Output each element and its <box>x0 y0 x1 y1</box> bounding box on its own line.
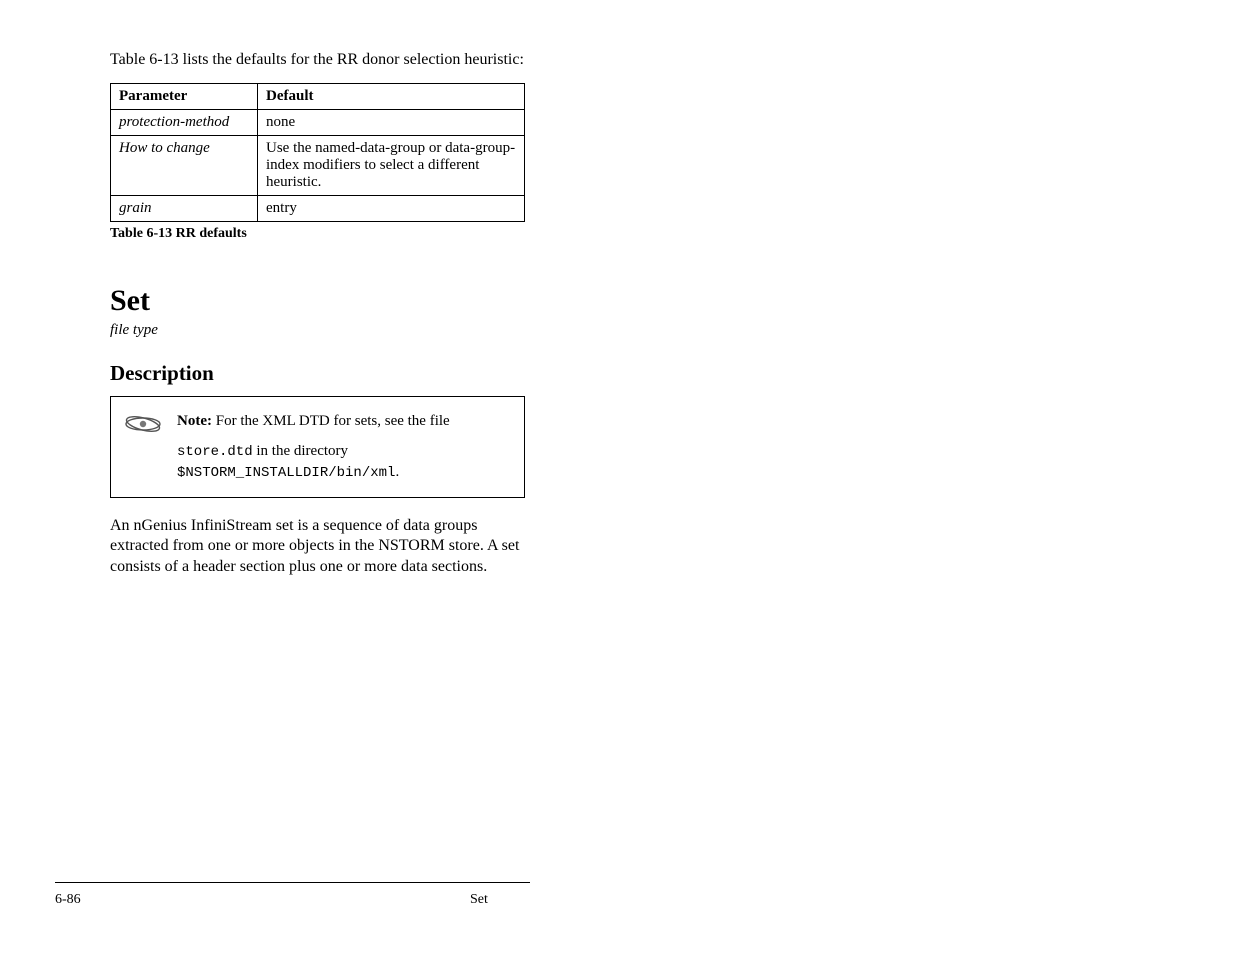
param-name: protection-method <box>111 109 258 135</box>
note-head-text: For the XML DTD for sets, see the file <box>216 413 450 429</box>
note-body: store.dtd in the directory $NSTORM_INSTA… <box>123 441 512 483</box>
footer-rule <box>55 882 530 883</box>
footer-section: Set <box>470 892 488 908</box>
param-value: none <box>258 109 525 135</box>
lead-paragraph: Table 6-13 lists the defaults for the RR… <box>110 50 530 71</box>
note-heading: Note: For the XML DTD for sets, see the … <box>177 411 512 431</box>
file-type-tag: file type <box>110 322 530 339</box>
table-caption: Table 6-13 RR defaults <box>110 226 530 242</box>
section-heading: Description <box>110 361 530 386</box>
file-type-title: Set <box>110 284 530 318</box>
table-header-parameter: Parameter <box>111 83 258 109</box>
note-filename: store.dtd <box>177 444 253 460</box>
table-header-default: Default <box>258 83 525 109</box>
defaults-table: Parameter Default protection-method none… <box>110 83 525 222</box>
param-value: entry <box>258 195 525 221</box>
note-path: $NSTORM_INSTALLDIR/bin/xml <box>177 465 395 481</box>
table-row: grain entry <box>111 195 525 221</box>
table-row: How to change Use the named-data-group o… <box>111 135 525 195</box>
description-paragraph: An nGenius InfiniStream set is a sequenc… <box>110 516 530 578</box>
footer-page-number: 6-86 <box>55 892 81 908</box>
param-value: Use the named-data-group or data-group-i… <box>258 135 525 195</box>
note-mid-text: in the directory <box>256 443 348 459</box>
table-row: protection-method none <box>111 109 525 135</box>
note-end: . <box>395 464 399 480</box>
param-name: grain <box>111 195 258 221</box>
note-icon <box>123 411 177 435</box>
note-label: Note: <box>177 413 212 429</box>
param-name: How to change <box>111 135 258 195</box>
note-box: Note: For the XML DTD for sets, see the … <box>110 396 525 498</box>
